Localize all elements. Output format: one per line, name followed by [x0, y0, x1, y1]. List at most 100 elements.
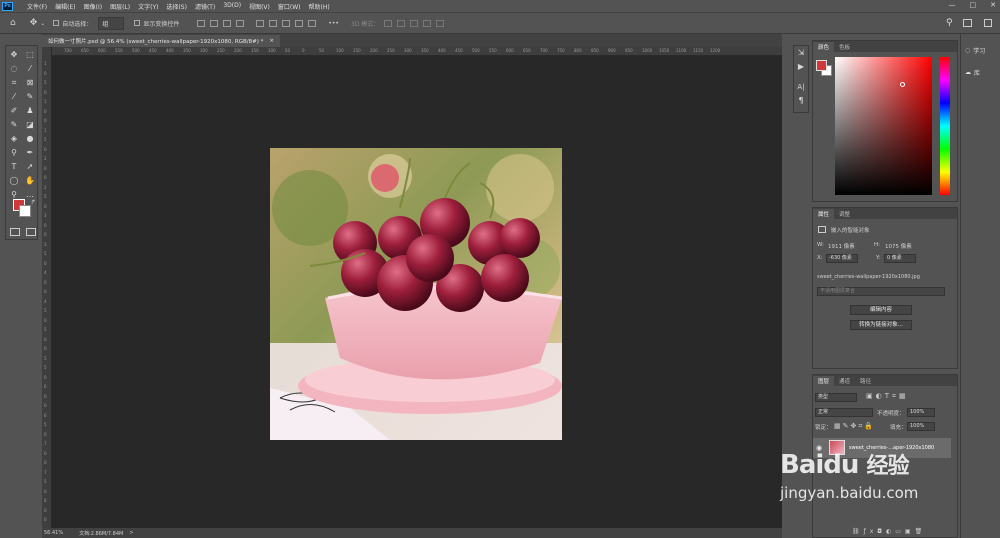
- eraser-tool-icon[interactable]: ◪: [25, 120, 35, 130]
- layer-comp-dropdown[interactable]: 不适用图层复合: [817, 287, 945, 296]
- more-options-icon[interactable]: •••: [328, 20, 339, 27]
- menu-image[interactable]: 图像(I): [84, 2, 102, 11]
- home-icon[interactable]: ⌂: [10, 18, 16, 28]
- 3d-rotate-icon[interactable]: [384, 19, 393, 27]
- menu-layer[interactable]: 图层(L): [110, 2, 130, 11]
- menu-type[interactable]: 文字(Y): [138, 2, 158, 11]
- magic-wand-tool-icon[interactable]: ⁄: [25, 64, 35, 74]
- auto-select-dropdown[interactable]: 组: [98, 16, 125, 30]
- document-tab[interactable]: 如何做一寸照片.psd @ 56.4% (sweet_cherries-wall…: [42, 35, 280, 47]
- dodge-tool-icon[interactable]: ⚲: [9, 148, 19, 158]
- tab-adjustments[interactable]: 调整: [834, 209, 855, 219]
- blur-tool-icon[interactable]: ●: [25, 134, 35, 144]
- stamp-tool-icon[interactable]: ♟: [25, 106, 35, 116]
- height-value[interactable]: 1075 像素: [885, 242, 912, 250]
- color-picker-field[interactable]: [835, 57, 932, 195]
- convert-to-linked-button[interactable]: 转换为链接对象...: [850, 320, 912, 330]
- align-left-icon[interactable]: [197, 19, 206, 27]
- vertical-ruler[interactable]: 1050100150200250300350400450500550600650…: [42, 47, 52, 528]
- auto-select-checkbox[interactable]: [53, 20, 60, 26]
- 3d-scale-icon[interactable]: [436, 19, 445, 27]
- workspace-icon[interactable]: [963, 19, 972, 27]
- align-middle-icon[interactable]: [256, 19, 265, 27]
- panel-foreground-swatch[interactable]: [816, 60, 827, 71]
- 3d-roll-icon[interactable]: [397, 19, 406, 27]
- share-icon[interactable]: [984, 19, 992, 27]
- menu-window[interactable]: 窗口(W): [278, 2, 301, 11]
- x-field[interactable]: -630 像素: [826, 254, 858, 263]
- menu-help[interactable]: 帮助(H): [309, 2, 330, 11]
- tab-color[interactable]: 颜色: [813, 42, 835, 52]
- close-tab-icon[interactable]: ×: [269, 38, 274, 44]
- menu-view[interactable]: 视图(V): [249, 2, 270, 11]
- 3d-slide-icon[interactable]: [423, 19, 432, 27]
- hand-tool-icon[interactable]: ✋: [25, 176, 35, 186]
- opacity-field[interactable]: 100%: [907, 408, 935, 417]
- distribute-spacing-icon[interactable]: [308, 19, 317, 27]
- align-center-icon[interactable]: [210, 19, 219, 27]
- search-icon[interactable]: ⚲: [946, 18, 953, 28]
- distribute-h-icon[interactable]: [282, 19, 291, 27]
- zoom-level[interactable]: 56.41%: [44, 530, 63, 536]
- screen-mode-icon[interactable]: [26, 228, 36, 236]
- menu-3d[interactable]: 3D(D): [223, 2, 241, 11]
- align-right-icon[interactable]: [223, 19, 232, 27]
- move-tool-icon[interactable]: ✥: [9, 50, 19, 60]
- actions-panel-icon[interactable]: ▶: [796, 62, 806, 72]
- horizontal-ruler[interactable]: 700 650 600 550 500 450 400 350 300 250 200 150 100 5…: [52, 47, 782, 56]
- photoshop-logo[interactable]: Ps: [2, 1, 13, 11]
- type-tool-icon[interactable]: T: [9, 162, 19, 172]
- tab-layers[interactable]: 图层: [813, 376, 835, 386]
- tab-properties[interactable]: 属性: [813, 209, 835, 219]
- menu-file[interactable]: 文件(F): [27, 2, 47, 11]
- healing-brush-tool-icon[interactable]: ✎: [25, 92, 35, 102]
- blend-mode-dropdown[interactable]: 正常: [815, 408, 873, 417]
- close-button[interactable]: ✕: [990, 1, 996, 9]
- cherries-photo[interactable]: [270, 148, 562, 440]
- align-bottom-icon[interactable]: [269, 19, 278, 27]
- learn-item[interactable]: ◌ 学习: [965, 46, 985, 55]
- crop-tool-icon[interactable]: ⌗: [9, 78, 19, 88]
- color-picker-cursor[interactable]: [900, 82, 905, 87]
- width-value[interactable]: 1911 像素: [828, 242, 855, 250]
- y-field[interactable]: 0 像素: [884, 254, 916, 263]
- character-panel-icon[interactable]: A|: [796, 82, 806, 92]
- show-transform-checkbox[interactable]: [134, 20, 141, 26]
- frame-tool-icon[interactable]: ⊠: [25, 78, 35, 88]
- maximize-button[interactable]: □: [970, 1, 977, 9]
- menu-filter[interactable]: 滤镜(T): [195, 2, 215, 11]
- history-panel-icon[interactable]: ⇲: [796, 48, 806, 58]
- tab-paths[interactable]: 路径: [855, 376, 876, 386]
- minimize-button[interactable]: —: [949, 1, 956, 9]
- paragraph-panel-icon[interactable]: ¶: [796, 96, 806, 106]
- layer-filter-dropdown[interactable]: 类型: [815, 393, 857, 402]
- history-brush-tool-icon[interactable]: ✎: [9, 120, 19, 130]
- brush-tool-icon[interactable]: ✐: [9, 106, 19, 116]
- distribute-v-icon[interactable]: [295, 19, 304, 27]
- 3d-pan-icon[interactable]: [410, 19, 419, 27]
- lasso-tool-icon[interactable]: ◌: [9, 64, 19, 74]
- lock-icons[interactable]: ▦✎✥⌗🔒: [834, 422, 875, 431]
- hue-slider[interactable]: [940, 57, 950, 195]
- ellipse-tool-icon[interactable]: ◯: [9, 176, 19, 186]
- align-top-icon[interactable]: [236, 19, 245, 27]
- paint-bucket-tool-icon[interactable]: ◈: [9, 134, 19, 144]
- edit-contents-button[interactable]: 编辑内容: [850, 305, 912, 315]
- move-tool-icon[interactable]: ✥: [30, 18, 38, 28]
- quick-mask-icon[interactable]: [10, 228, 20, 236]
- eyedropper-tool-icon[interactable]: ⁄: [9, 92, 19, 102]
- filter-icons[interactable]: ▣◐T⌗▦: [866, 392, 909, 401]
- ruler-tick-label: 0: [44, 89, 47, 95]
- status-arrow-icon[interactable]: >: [129, 530, 133, 536]
- path-select-tool-icon[interactable]: ➚: [25, 162, 35, 172]
- chevron-down-icon[interactable]: ⌄: [40, 20, 45, 27]
- background-color-swatch[interactable]: [19, 205, 31, 217]
- tab-channels[interactable]: 通道: [834, 376, 855, 386]
- fill-field[interactable]: 100%: [907, 422, 935, 431]
- marquee-tool-icon[interactable]: ⬚: [25, 50, 35, 60]
- tab-swatches[interactable]: 色板: [834, 42, 855, 52]
- menu-edit[interactable]: 编辑(E): [55, 2, 75, 11]
- menu-select[interactable]: 选择(S): [166, 2, 187, 11]
- pen-tool-icon[interactable]: ✒: [25, 148, 35, 158]
- library-item[interactable]: ☁ 库: [965, 68, 980, 77]
